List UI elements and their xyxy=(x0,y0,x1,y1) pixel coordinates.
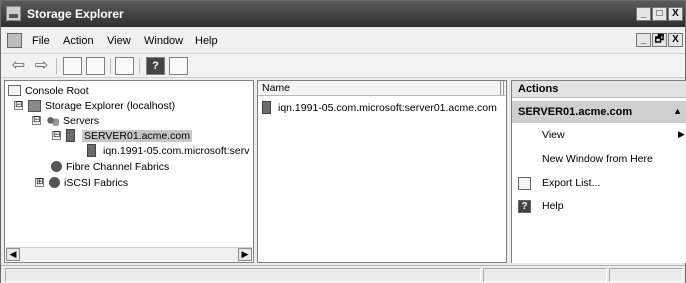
storage-explorer-window: Storage Explorer _ □ X File Action View … xyxy=(0,0,686,283)
action-label: Export List... xyxy=(542,177,601,189)
window-title: Storage Explorer xyxy=(27,7,124,21)
minimize-button[interactable]: _ xyxy=(636,7,651,21)
export-list-icon xyxy=(518,177,531,190)
collapse-icon[interactable]: ⊟ xyxy=(32,116,41,125)
server-icon xyxy=(66,129,75,142)
name-column-header[interactable]: Name xyxy=(258,81,506,96)
tree-item-storage-explorer[interactable]: ⊟ Storage Explorer (localhost) xyxy=(14,98,175,113)
results-list-pane[interactable]: Name iqn.1991-05.com.microsoft:server01.… xyxy=(257,80,507,263)
toolbar-separator xyxy=(139,58,140,74)
window-controls: _ □ X xyxy=(636,7,683,21)
actions-section-server01[interactable]: SERVER01.acme.com ▲ xyxy=(512,101,686,123)
export-list-icon[interactable] xyxy=(115,57,134,75)
tree-item-label: Servers xyxy=(63,114,100,127)
expand-icon[interactable]: ⊞ xyxy=(35,178,44,187)
child-minimize-button[interactable]: _ xyxy=(636,33,651,47)
scroll-left-icon[interactable]: ◀ xyxy=(6,248,20,261)
status-cell-secondary xyxy=(483,268,607,282)
actions-pane: Actions SERVER01.acme.com ▲ View ▶ New W… xyxy=(511,80,686,263)
tree-item-label: Storage Explorer (localhost) xyxy=(45,99,176,112)
server-icon xyxy=(262,101,271,114)
action-label: New Window from Here xyxy=(542,153,653,165)
back-arrow-icon[interactable]: ⇦ xyxy=(9,57,28,75)
menu-file[interactable]: File xyxy=(32,35,50,47)
child-close-button[interactable]: X xyxy=(668,33,683,47)
fabric-globe-icon xyxy=(49,177,60,188)
child-restore-button[interactable]: 🗗 xyxy=(652,33,667,47)
show-hide-tree-icon[interactable] xyxy=(86,57,105,75)
child-window-controls: _ 🗗 X xyxy=(636,33,683,47)
collapse-icon[interactable]: ⊟ xyxy=(14,101,23,110)
show-hide-action-pane-icon[interactable] xyxy=(169,57,188,75)
console-tree-pane[interactable]: Console Root ⊟ Storage Explorer (localho… xyxy=(4,80,254,263)
status-cell-tertiary xyxy=(609,268,683,282)
menu-bar: File Action View Window Help _ 🗗 X xyxy=(1,30,685,52)
servers-icon xyxy=(46,114,59,127)
tree-item-label: Fibre Channel Fabrics xyxy=(66,160,170,173)
tree-item-iscsi-fabrics[interactable]: ⊞ iSCSI Fabrics xyxy=(35,175,128,190)
menu-window[interactable]: Window xyxy=(144,35,183,47)
menu-view[interactable]: View xyxy=(107,35,131,47)
action-help[interactable]: Help xyxy=(542,200,564,212)
action-view[interactable]: View ▶ xyxy=(542,129,685,141)
action-export-list[interactable]: Export List... xyxy=(542,177,600,189)
forward-arrow-icon[interactable]: ⇨ xyxy=(32,57,51,75)
collapse-caret-icon[interactable]: ▲ xyxy=(673,106,682,116)
toolbar: ⇦ ⇨ ? xyxy=(1,53,685,78)
document-window-icon[interactable] xyxy=(7,33,22,48)
tree-item-iqn[interactable]: iqn.1991-05.com.microsoft:serv xyxy=(87,143,249,158)
actions-section-label: SERVER01.acme.com xyxy=(518,106,633,118)
close-button[interactable]: X xyxy=(668,7,683,21)
help-icon: ? xyxy=(518,200,531,213)
status-bar xyxy=(1,265,685,283)
list-item-label: iqn.1991-05.com.microsoft:server01.acme.… xyxy=(278,101,497,114)
collapse-icon[interactable]: ⊟ xyxy=(52,131,61,140)
action-label: View xyxy=(542,129,565,141)
tree-item-server01[interactable]: ⊟ SERVER01.acme.com xyxy=(52,128,193,143)
scroll-right-icon[interactable]: ▶ xyxy=(238,248,252,261)
folder-icon xyxy=(8,85,21,96)
tree-item-console-root[interactable]: Console Root xyxy=(8,83,89,98)
toolbar-separator xyxy=(110,58,111,74)
tree-item-servers[interactable]: ⊟ Servers xyxy=(32,113,99,128)
tree-item-label: Console Root xyxy=(25,84,89,97)
column-resize-handle[interactable] xyxy=(500,81,504,95)
list-item[interactable]: iqn.1991-05.com.microsoft:server01.acme.… xyxy=(262,101,497,114)
actions-header: Actions xyxy=(512,81,686,98)
toolbar-separator xyxy=(56,58,57,74)
submenu-arrow-icon: ▶ xyxy=(678,129,685,139)
tree-item-label: iqn.1991-05.com.microsoft:serv xyxy=(103,144,250,157)
help-icon[interactable]: ? xyxy=(146,57,165,75)
tree-item-label: SERVER01.acme.com xyxy=(82,129,193,142)
fabric-globe-icon xyxy=(51,161,62,172)
tree-horizontal-scrollbar[interactable]: ◀ ▶ xyxy=(6,247,252,261)
action-new-window[interactable]: New Window from Here xyxy=(542,153,653,165)
tree-item-fibre-channel-fabrics[interactable]: Fibre Channel Fabrics xyxy=(51,159,169,174)
up-level-icon[interactable] xyxy=(63,57,82,75)
status-cell-main xyxy=(5,268,481,282)
column-header-label: Name xyxy=(262,82,291,94)
action-label: Help xyxy=(542,200,564,212)
maximize-button[interactable]: □ xyxy=(652,7,667,21)
server-icon xyxy=(87,144,96,157)
menu-help[interactable]: Help xyxy=(195,35,218,47)
menu-action[interactable]: Action xyxy=(63,35,94,47)
tree-item-label: iSCSI Fabrics xyxy=(64,176,129,189)
title-bar[interactable]: Storage Explorer _ □ X xyxy=(1,1,685,27)
storage-explorer-app-icon[interactable] xyxy=(6,6,21,21)
storage-explorer-icon xyxy=(28,99,41,112)
